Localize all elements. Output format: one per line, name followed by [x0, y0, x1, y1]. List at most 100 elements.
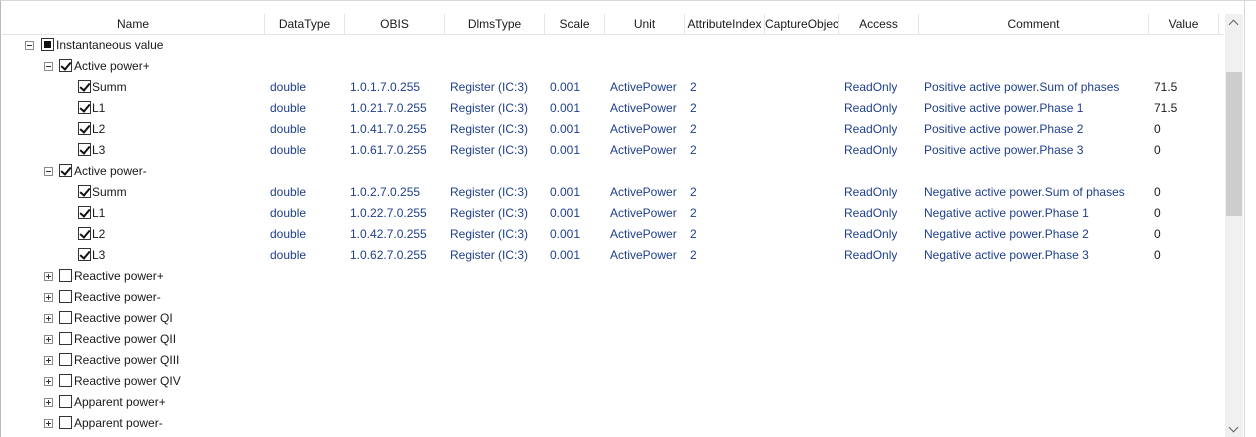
group-checkbox[interactable] — [59, 332, 72, 345]
cell-comment: Positive active power.Phase 2 — [924, 122, 1084, 136]
cell-comment: Negative active power.Phase 2 — [924, 227, 1089, 241]
tree-group-row[interactable]: Reactive power QI — [1, 308, 1223, 329]
cell-scale: 0.001 — [550, 143, 581, 157]
cell-scale: 0.001 — [550, 227, 581, 241]
table-row[interactable]: L2 double 1.0.41.7.0.255 Register (IC:3) 0.0… — [1, 119, 1223, 140]
group-checkbox[interactable] — [59, 395, 72, 408]
cell-attr: 2 — [690, 143, 697, 157]
tree-group-row[interactable]: Apparent power+ — [1, 392, 1223, 413]
cell-value: 0 — [1154, 185, 1161, 199]
cell-unit: ActivePower — [610, 227, 677, 241]
minus-box-icon[interactable] — [44, 62, 53, 71]
table-row[interactable]: Summ double 1.0.1.7.0.255 Register (IC:3) 0.… — [1, 77, 1223, 98]
item-checkbox[interactable] — [78, 80, 91, 93]
panel-border — [1244, 1, 1245, 437]
column-header-scale[interactable]: Scale — [545, 14, 605, 35]
column-header-datatype[interactable]: DataType — [265, 14, 345, 35]
table-row[interactable]: L2 double 1.0.42.7.0.255 Register (IC:3) 0.0… — [1, 224, 1223, 245]
cell-unit: ActivePower — [610, 101, 677, 115]
plus-box-icon[interactable] — [44, 314, 53, 323]
column-header-access[interactable]: Access — [839, 14, 919, 35]
column-header-value[interactable]: Value — [1149, 14, 1219, 35]
column-header: Name DataType OBIS DlmsType Scale Unit A… — [2, 14, 1224, 35]
cell-unit: ActivePower — [610, 206, 677, 220]
cell-attr: 2 — [690, 248, 697, 262]
tree-group-row[interactable]: Reactive power+ — [1, 266, 1223, 287]
tree-group-row[interactable]: Active power+ — [1, 56, 1223, 77]
group-label: Active power+ — [74, 59, 150, 73]
cell-access: ReadOnly — [844, 185, 898, 199]
tree-rows: Instantaneous value Active power+ Summ doub… — [1, 35, 1223, 437]
item-checkbox[interactable] — [78, 206, 91, 219]
group-checkbox[interactable] — [59, 353, 72, 366]
cell-access: ReadOnly — [844, 80, 898, 94]
table-row[interactable]: Summ double 1.0.2.7.0.255 Register (IC:3) 0.… — [1, 182, 1223, 203]
plus-box-icon[interactable] — [44, 356, 53, 365]
item-checkbox[interactable] — [78, 227, 91, 240]
plus-box-icon[interactable] — [44, 419, 53, 428]
column-header-captureobject[interactable]: CaptureObjec — [765, 14, 839, 35]
plus-box-icon[interactable] — [44, 272, 53, 281]
cell-obis: 1.0.2.7.0.255 — [350, 185, 421, 199]
cell-comment: Positive active power.Phase 3 — [924, 143, 1084, 157]
cell-attr: 2 — [690, 185, 697, 199]
group-checkbox[interactable] — [59, 374, 72, 387]
cell-access: ReadOnly — [844, 122, 898, 136]
item-checkbox[interactable] — [78, 248, 91, 261]
group-label: Apparent power+ — [74, 395, 166, 409]
scrollbar-thumb[interactable] — [1226, 72, 1242, 216]
cell-datatype: double — [270, 122, 307, 136]
plus-box-icon[interactable] — [44, 335, 53, 344]
cell-obis: 1.0.42.7.0.255 — [350, 227, 427, 241]
tree-root-row[interactable]: Instantaneous value — [1, 35, 1223, 56]
cell-access: ReadOnly — [844, 227, 898, 241]
tree-group-row[interactable]: Reactive power QII — [1, 329, 1223, 350]
tree-group-row[interactable]: Reactive power QIII — [1, 350, 1223, 371]
tree-group-row[interactable]: Apparent power- — [1, 413, 1223, 434]
cell-datatype: double — [270, 206, 307, 220]
item-checkbox[interactable] — [78, 122, 91, 135]
cell-value: 71.5 — [1154, 101, 1178, 115]
vertical-scrollbar[interactable] — [1225, 14, 1243, 437]
tree-group-row[interactable]: Active power- — [1, 161, 1223, 182]
cell-datatype: double — [270, 143, 307, 157]
minus-box-icon[interactable] — [25, 41, 34, 50]
column-header-attributeindex[interactable]: AttributeIndex — [685, 14, 765, 35]
cell-scale: 0.001 — [550, 122, 581, 136]
cell-dlms: Register (IC:3) — [450, 101, 529, 115]
cell-unit: ActivePower — [610, 248, 677, 262]
cell-unit: ActivePower — [610, 80, 677, 94]
group-checkbox[interactable] — [59, 59, 72, 72]
tree-group-row[interactable]: Reactive power QIV — [1, 371, 1223, 392]
group-label: Reactive power- — [74, 290, 161, 304]
chevron-up-icon[interactable] — [1225, 14, 1243, 31]
cell-access: ReadOnly — [844, 143, 898, 157]
cell-access: ReadOnly — [844, 248, 898, 262]
item-checkbox[interactable] — [78, 143, 91, 156]
table-row[interactable]: L3 double 1.0.62.7.0.255 Register (IC:3) 0.0… — [1, 245, 1223, 266]
chevron-down-icon[interactable] — [1225, 421, 1243, 437]
tree-group-row[interactable]: Reactive power- — [1, 287, 1223, 308]
minus-box-icon[interactable] — [44, 167, 53, 176]
item-checkbox[interactable] — [78, 185, 91, 198]
column-header-dlmstype[interactable]: DlmsType — [445, 14, 545, 35]
group-checkbox[interactable] — [59, 416, 72, 429]
cell-attr: 2 — [690, 122, 697, 136]
group-checkbox[interactable] — [59, 269, 72, 282]
group-checkbox[interactable] — [59, 164, 72, 177]
table-row[interactable]: L3 double 1.0.61.7.0.255 Register (IC:3) 0.0… — [1, 140, 1223, 161]
group-checkbox[interactable] — [59, 311, 72, 324]
item-name: L1 — [92, 206, 106, 220]
column-header-obis[interactable]: OBIS — [345, 14, 445, 35]
table-row[interactable]: L1 double 1.0.21.7.0.255 Register (IC:3) 0.0… — [1, 98, 1223, 119]
column-header-comment[interactable]: Comment — [919, 14, 1149, 35]
root-checkbox[interactable] — [41, 38, 54, 51]
plus-box-icon[interactable] — [44, 398, 53, 407]
plus-box-icon[interactable] — [44, 293, 53, 302]
column-header-unit[interactable]: Unit — [605, 14, 685, 35]
column-header-name[interactable]: Name — [2, 14, 265, 35]
item-checkbox[interactable] — [78, 101, 91, 114]
plus-box-icon[interactable] — [44, 377, 53, 386]
group-checkbox[interactable] — [59, 290, 72, 303]
table-row[interactable]: L1 double 1.0.22.7.0.255 Register (IC:3) 0.0… — [1, 203, 1223, 224]
